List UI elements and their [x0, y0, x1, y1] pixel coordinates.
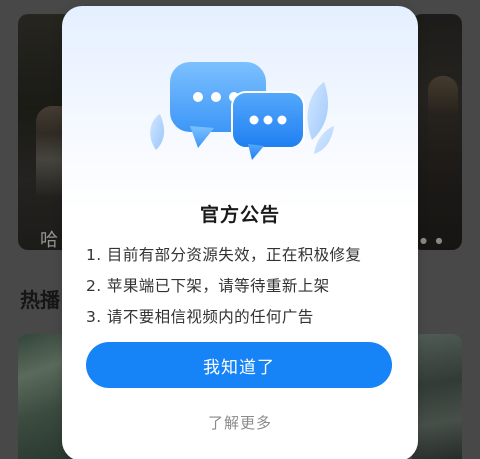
notice-list: 1. 目前有部分资源失效，正在积极修复 2. 苹果端已下架，请等待重新上架 3.… — [86, 240, 361, 333]
dialog-title: 官方公告 — [199, 204, 280, 226]
notice-item: 1. 目前有部分资源失效，正在积极修复 — [86, 246, 362, 264]
notice-item: 2. 苹果端已下架，请等待重新上架 — [86, 277, 330, 295]
confirm-button[interactable]: 我知道了 — [86, 342, 392, 388]
learn-more-link[interactable]: 了解更多 — [62, 412, 418, 433]
app-screen: 哈 ● ● 热播 官方公告 1. 目前有部分资源失效，正在积极修复 2. 苹果端… — [0, 0, 480, 459]
chat-bubbles-icon — [150, 62, 334, 160]
announcement-dialog: 官方公告 1. 目前有部分资源失效，正在积极修复 2. 苹果端已下架，请等待重新… — [62, 6, 418, 459]
notice-item: 3. 请不要相信视频内的任何广告 — [86, 308, 314, 326]
